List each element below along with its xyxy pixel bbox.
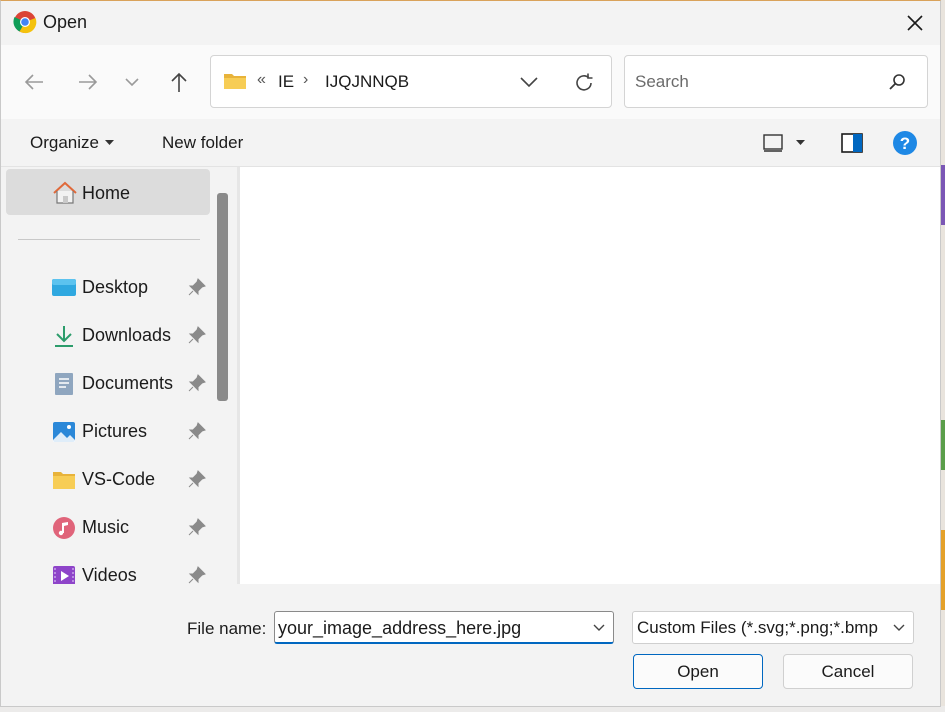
refresh-icon bbox=[576, 73, 593, 91]
nav-item-pictures[interactable]: Pictures bbox=[6, 410, 210, 454]
file-list-area[interactable] bbox=[240, 167, 940, 584]
pin-icon bbox=[188, 374, 206, 392]
file-name-input[interactable] bbox=[278, 616, 578, 640]
arrow-right-icon bbox=[79, 74, 98, 90]
folder-icon bbox=[224, 74, 246, 89]
nav-item-label: Pictures bbox=[82, 421, 148, 441]
folder-icon bbox=[53, 472, 75, 489]
nav-item-downloads[interactable]: Downloads bbox=[6, 314, 210, 358]
videos-icon bbox=[53, 566, 75, 584]
chevron-down-icon bbox=[520, 77, 538, 88]
arrow-left-icon bbox=[24, 74, 43, 90]
nav-item-label: Videos bbox=[82, 565, 137, 584]
breadcrumb-item[interactable]: IJQJNNQB bbox=[325, 72, 409, 92]
file-name-dropdown-button[interactable] bbox=[589, 619, 609, 637]
recent-locations-button[interactable] bbox=[119, 69, 145, 95]
view-layout-icon bbox=[763, 134, 783, 152]
change-view-button[interactable] bbox=[762, 131, 812, 155]
nav-item-documents[interactable]: Documents bbox=[6, 362, 210, 406]
file-type-value: Custom Files (*.svg;*.png;*.bmp bbox=[637, 618, 878, 637]
breadcrumb-overflow[interactable]: « bbox=[257, 71, 266, 89]
title-bar: Open bbox=[1, 1, 940, 45]
open-button[interactable]: Open bbox=[633, 654, 763, 689]
pin-icon bbox=[188, 566, 206, 584]
chevron-down-icon bbox=[893, 624, 905, 631]
open-file-dialog: Open « IE › IJQJNNQB Search Organize New… bbox=[0, 0, 941, 707]
organize-button[interactable]: Organize bbox=[30, 133, 114, 153]
documents-icon bbox=[55, 373, 73, 395]
nav-item-videos[interactable]: Videos bbox=[6, 554, 210, 584]
nav-item-label: VS-Code bbox=[82, 469, 156, 489]
nav-item-music[interactable]: Music bbox=[6, 506, 210, 550]
close-button[interactable] bbox=[890, 1, 940, 45]
breadcrumb-separator-icon: › bbox=[303, 71, 309, 88]
cancel-button[interactable]: Cancel bbox=[783, 654, 913, 689]
pin-icon bbox=[188, 470, 206, 488]
chevron-down-icon bbox=[125, 78, 139, 87]
forward-button[interactable] bbox=[75, 69, 101, 95]
breadcrumb-item[interactable]: IE bbox=[278, 72, 294, 92]
pictures-icon bbox=[53, 422, 75, 442]
window-title: Open bbox=[43, 12, 88, 32]
nav-divider bbox=[18, 239, 200, 240]
arrow-up-icon bbox=[171, 72, 187, 92]
navigation-pane: Home Desktop Downloads Documents Picture… bbox=[1, 167, 237, 584]
search-icon bbox=[889, 74, 905, 90]
preview-pane-icon[interactable] bbox=[840, 131, 864, 155]
nav-item-home[interactable]: Home bbox=[6, 169, 210, 215]
downloads-icon bbox=[55, 326, 73, 347]
nav-pane-scrollbar[interactable] bbox=[217, 193, 228, 401]
desktop-icon bbox=[52, 279, 76, 296]
organize-label: Organize bbox=[30, 133, 99, 152]
pin-icon bbox=[188, 422, 206, 440]
file-name-combobox[interactable] bbox=[274, 611, 614, 644]
pin-icon bbox=[188, 326, 206, 344]
new-folder-button[interactable]: New folder bbox=[162, 133, 243, 153]
up-button[interactable] bbox=[166, 69, 192, 95]
nav-item-label: Downloads bbox=[82, 325, 172, 345]
dialog-footer: File name: Custom Files (*.svg;*.png;*.b… bbox=[1, 584, 940, 706]
file-name-label: File name: bbox=[187, 619, 267, 638]
file-type-dropdown-button[interactable] bbox=[889, 619, 909, 637]
navigation-row: « IE › IJQJNNQB bbox=[1, 45, 940, 119]
music-icon bbox=[53, 517, 75, 539]
chrome-icon bbox=[13, 11, 37, 34]
address-dropdown-button[interactable] bbox=[516, 71, 542, 93]
help-icon[interactable]: ? bbox=[892, 130, 918, 156]
chevron-down-icon bbox=[593, 624, 605, 631]
nav-item-label: Documents bbox=[82, 373, 174, 393]
command-bar: Organize New folder ? bbox=[1, 119, 940, 167]
back-button[interactable] bbox=[21, 69, 47, 95]
close-icon bbox=[907, 15, 923, 31]
nav-item-label: Music bbox=[82, 517, 130, 537]
nav-item-label: Desktop bbox=[82, 277, 149, 297]
caret-down-icon bbox=[796, 140, 805, 145]
svg-text:?: ? bbox=[900, 134, 910, 153]
pin-icon bbox=[188, 278, 206, 296]
search-input[interactable] bbox=[635, 70, 875, 94]
pin-icon bbox=[188, 518, 206, 536]
nav-item-vs-code[interactable]: VS-Code bbox=[6, 458, 210, 502]
file-type-select[interactable]: Custom Files (*.svg;*.png;*.bmp bbox=[632, 611, 914, 644]
refresh-button[interactable] bbox=[571, 70, 597, 96]
search-box[interactable] bbox=[624, 55, 928, 108]
nav-item-label: Home bbox=[82, 183, 131, 203]
caret-down-icon bbox=[104, 140, 114, 145]
address-bar[interactable]: « IE › IJQJNNQB bbox=[210, 55, 612, 108]
home-icon bbox=[53, 181, 77, 204]
nav-item-desktop[interactable]: Desktop bbox=[6, 266, 210, 310]
